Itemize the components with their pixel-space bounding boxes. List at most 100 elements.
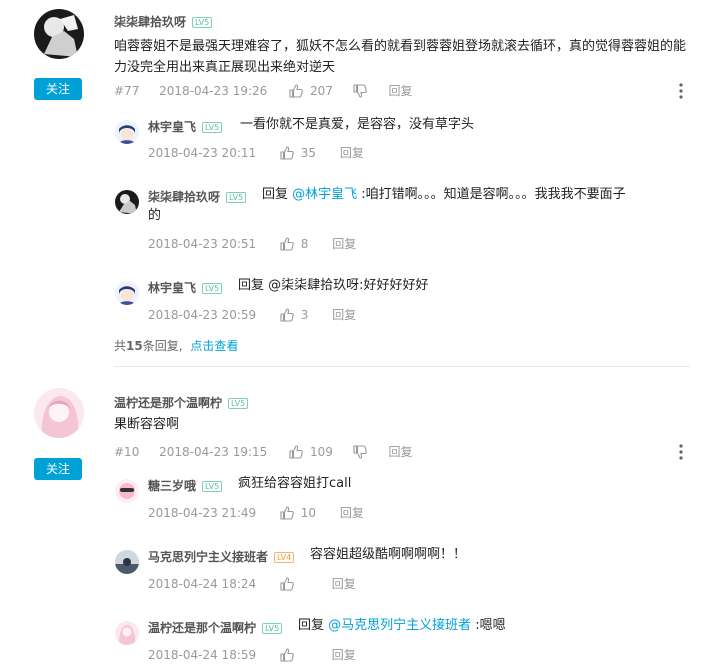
reply-avatar[interactable] [115,479,139,503]
reply-meta: 2018-04-23 20:11 35 回复 [148,144,364,161]
reply-button[interactable]: 回复 [389,82,413,99]
reply-username[interactable]: 马克思列宁主义接班者 LV4 [148,548,295,565]
avatar[interactable] [34,9,84,59]
level-badge: LV5 [228,398,249,409]
reply-prefix: 回复 [298,618,329,633]
thumbs-up-icon[interactable] [289,445,303,459]
follow-button[interactable]: 关注 [34,78,82,100]
mention-link[interactable]: @马克思列宁主义接班者 [328,618,471,633]
like-button[interactable]: 207 [289,84,333,98]
summary-count: 15 [126,339,143,353]
thumbs-down-icon[interactable] [353,445,367,459]
level-badge: LV5 [192,17,213,28]
thumbs-up-icon[interactable] [280,506,294,520]
level-badge: LV5 [202,283,223,294]
reply-username-text[interactable]: 糖三岁哦 [148,479,196,493]
reply-content: 容容姐超级酷啊啊啊啊！！ [310,547,467,562]
like-button[interactable]: 35 [280,146,316,160]
reply-button[interactable]: 回复 [332,646,356,663]
like-count: 109 [309,445,333,459]
more-options-icon[interactable] [678,83,684,103]
timestamp: 2018-04-23 20:51 [148,237,257,251]
thumbs-up-icon[interactable] [280,648,294,662]
like-button[interactable]: 8 [280,237,308,251]
reply-button[interactable]: 回复 [332,235,356,252]
floor-number: #10 [114,445,140,459]
reply-button[interactable]: 回复 [340,144,364,161]
like-button[interactable]: 10 [280,506,316,520]
dislike-button[interactable] [353,84,367,98]
reply-avatar[interactable] [115,190,139,214]
reply-content: 回复 @柒柒肆拾玖呀:好好好好好 [238,278,429,293]
thumbs-up-icon[interactable] [280,577,294,591]
comment-meta: #10 2018-04-23 19:15 109 回复 [114,443,413,460]
reply-button[interactable]: 回复 [340,504,364,521]
reply-button[interactable]: 回复 [332,306,356,323]
username-text[interactable]: 柒柒肆拾玖呀 [114,15,186,29]
reply-text: :咱打错啊。。。知道是容啊。。。我我我不要面子 [357,187,626,202]
reply-username[interactable]: 温柠还是那个温啊柠 LV5 [148,619,283,636]
reply-avatar[interactable] [115,621,139,645]
like-count: 3 [300,308,309,322]
reply-meta: 2018-04-23 21:49 10 回复 [148,504,364,521]
reply-avatar[interactable] [115,281,139,305]
reply-username[interactable]: 柒柒肆拾玖呀 LV5 [148,188,247,205]
reply-username[interactable]: 林宇皇飞 LV5 [148,118,223,135]
reply-username-text[interactable]: 温柠还是那个温啊柠 [148,621,256,635]
reply-prefix: 回复 [262,187,293,202]
floor-number: #77 [114,84,140,98]
reply-avatar[interactable] [115,120,139,144]
like-count: 10 [300,506,317,520]
timestamp: 2018-04-24 18:59 [148,648,257,662]
reply-content: 疯狂给容容姐打call [238,476,352,491]
timestamp: 2018-04-23 19:26 [159,84,268,98]
reply-username[interactable]: 林宇皇飞 LV5 [148,279,223,296]
timestamp: 2018-04-23 21:49 [148,506,257,520]
thumbs-up-icon[interactable] [280,308,294,322]
reply-username[interactable]: 糖三岁哦 LV5 [148,477,223,494]
mention-link[interactable]: @林宇皇飞 [292,187,357,202]
like-button[interactable] [280,577,294,591]
timestamp: 2018-04-23 20:11 [148,146,257,160]
username-text[interactable]: 温柠还是那个温啊柠 [114,396,222,410]
reply-username-text[interactable]: 林宇皇飞 [148,281,196,295]
reply-content-continued: 的 [148,208,162,223]
view-all-replies-link[interactable]: 点击查看 [190,337,238,354]
username[interactable]: 温柠还是那个温啊柠 LV5 [114,394,249,411]
thread-divider [114,366,690,367]
thumbs-up-icon[interactable] [289,84,303,98]
reply-username-text[interactable]: 林宇皇飞 [148,120,196,134]
reply-button[interactable]: 回复 [332,575,356,592]
comment-meta: #77 2018-04-23 19:26 207 回复 [114,82,413,99]
summary-suffix: 条回复, [142,339,183,353]
follow-button[interactable]: 关注 [34,458,82,480]
reply-meta: 2018-04-23 20:59 3 回复 [148,306,356,323]
more-options-icon[interactable] [678,444,684,464]
like-button[interactable] [280,648,294,662]
timestamp: 2018-04-24 18:24 [148,577,257,591]
reply-button[interactable]: 回复 [389,443,413,460]
thumbs-up-icon[interactable] [280,146,294,160]
avatar[interactable] [34,388,84,438]
thumbs-up-icon[interactable] [280,237,294,251]
reply-avatar[interactable] [115,550,139,574]
level-badge: LV4 [274,552,295,563]
level-badge: LV5 [262,623,283,634]
like-button[interactable]: 109 [289,445,333,459]
username[interactable]: 柒柒肆拾玖呀 LV5 [114,13,213,30]
thumbs-down-icon[interactable] [353,84,367,98]
like-button[interactable]: 3 [280,308,308,322]
reply-content: 回复 @马克思列宁主义接班者 :嗯嗯 [298,615,506,636]
reply-username-text[interactable]: 马克思列宁主义接班者 [148,550,268,564]
like-count: 35 [300,146,317,160]
like-count: 8 [300,237,309,251]
reply-meta: 2018-04-23 20:51 8 回复 [148,235,356,252]
reply-meta: 2018-04-24 18:59 回复 [148,646,356,663]
comment-content: 果断容容啊 [114,417,180,432]
reply-summary: 共15条回复, 点击查看 [114,337,238,354]
reply-content: 一看你就不是真爱，是容容，没有草字头 [240,117,475,132]
summary-prefix: 共 [114,339,127,353]
reply-username-text[interactable]: 柒柒肆拾玖呀 [148,190,220,204]
timestamp: 2018-04-23 19:15 [159,445,268,459]
dislike-button[interactable] [353,445,367,459]
